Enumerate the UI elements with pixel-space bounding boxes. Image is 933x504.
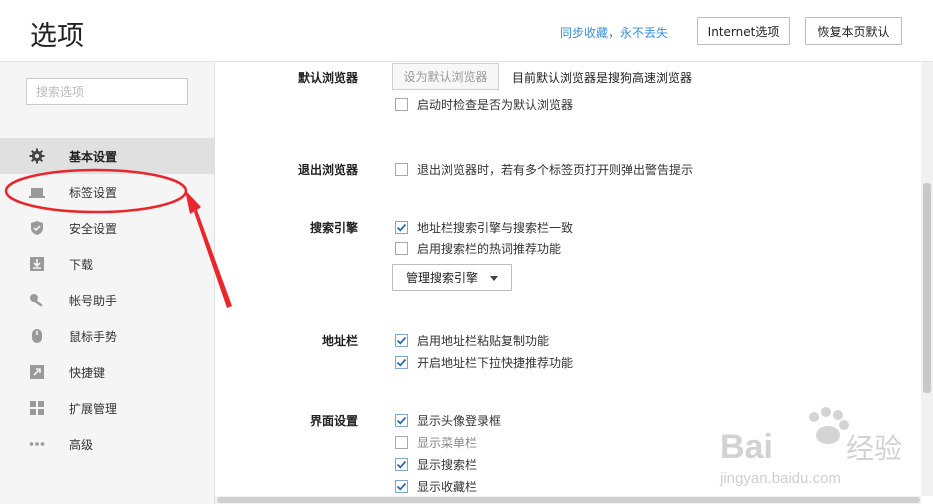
checkbox-label: 显示头像登录框 (417, 413, 502, 428)
checkbox-checked[interactable] (395, 220, 408, 234)
default-browser-note: 目前默认浏览器是搜狗高速浏览器 (512, 71, 693, 85)
sidebar-item-label: 帐号助手 (69, 293, 118, 308)
section-label-default-browser: 默认浏览器 (297, 71, 358, 85)
watermark-brand-suffix: 经验 (846, 432, 902, 465)
restore-defaults-button[interactable]: 恢复本页默认 (805, 17, 902, 45)
check-mark-icon (396, 336, 407, 345)
checkbox-label: 启动时检查是否为默认浏览器 (417, 97, 574, 112)
sidebar-item-account-assistant[interactable]: 帐号助手 (0, 282, 214, 318)
checkbox-checked[interactable] (395, 355, 408, 369)
checkbox[interactable] (395, 435, 408, 449)
checkbox-label: 显示搜索栏 (417, 457, 478, 472)
checkbox-checked[interactable] (395, 479, 408, 493)
checkbox[interactable] (395, 162, 408, 176)
check-mark-icon (396, 416, 407, 425)
check-mark-icon (396, 460, 407, 469)
checkbox[interactable] (395, 241, 408, 255)
sidebar-item-mouse-gestures[interactable]: 鼠标手势 (0, 318, 214, 354)
gear-icon (29, 148, 45, 164)
sidebar-item-label: 高级 (69, 437, 94, 452)
sidebar-item-label: 基本设置 (69, 149, 118, 164)
check-mark-icon (396, 358, 407, 367)
sidebar-item-download[interactable]: 下载 (0, 246, 214, 282)
chevron-down-icon (490, 276, 498, 281)
checkbox-checked[interactable] (395, 457, 408, 471)
checkbox-row[interactable]: 退出浏览器时，若有多个标签页打开则弹出警告提示 (395, 161, 693, 177)
manage-search-engines-button[interactable]: 管理搜索引擎 (392, 264, 512, 291)
page-title: 选项 (30, 21, 84, 52)
checkbox-row[interactable]: 启用搜索栏的热词推荐功能 (395, 240, 561, 256)
check-mark-icon (396, 482, 407, 491)
sidebar-item-shortcuts[interactable]: 快捷键 (0, 354, 214, 390)
sidebar-item-security-settings[interactable]: 安全设置 (0, 210, 214, 246)
vertical-scrollbar-thumb[interactable] (923, 183, 931, 393)
section-label-search-engine: 搜索引擎 (309, 221, 358, 235)
tab-icon (29, 184, 45, 200)
checkbox-row[interactable]: 显示菜单栏 (395, 434, 477, 450)
header-bar: 选项 同步收藏，永不丢失 Internet选项 恢复本页默认 (0, 0, 933, 62)
internet-options-button[interactable]: Internet选项 (697, 17, 790, 45)
check-mark-icon (396, 223, 407, 232)
shortcut-arrow-icon (29, 364, 45, 380)
more-dots-icon (29, 436, 45, 452)
sidebar-item-label: 标签设置 (69, 185, 118, 200)
checkbox-label: 启用地址栏粘贴复制功能 (417, 333, 550, 348)
watermark-url: jingyan.baidu.com (719, 470, 841, 487)
sidebar-item-label: 下载 (69, 257, 94, 272)
checkbox[interactable] (395, 97, 408, 111)
sidebar-nav: 基本设置 标签设置 安全设置 下载 帐号助手 鼠标手势 快捷键 扩展管理 高级 (0, 138, 214, 462)
checkbox-label: 退出浏览器时，若有多个标签页打开则弹出警告提示 (417, 162, 694, 177)
sidebar-item-label: 鼠标手势 (69, 329, 118, 344)
shield-icon (29, 220, 45, 236)
checkbox-checked[interactable] (395, 333, 408, 347)
checkbox-row[interactable]: 启动时检查是否为默认浏览器 (395, 96, 573, 112)
grid-icon (29, 400, 45, 416)
sidebar-item-advanced[interactable]: 高级 (0, 426, 214, 462)
checkbox-label: 启用搜索栏的热词推荐功能 (417, 241, 562, 256)
checkbox-row[interactable]: 地址栏搜索引擎与搜索栏一致 (395, 219, 573, 235)
sidebar-item-label: 扩展管理 (69, 401, 118, 416)
checkbox-row[interactable]: 显示收藏栏 (395, 478, 477, 494)
checkbox-label: 开启地址栏下拉快捷推荐功能 (417, 355, 574, 370)
sidebar: 基本设置 标签设置 安全设置 下载 帐号助手 (0, 62, 215, 504)
checkbox-row[interactable]: 启用地址栏粘贴复制功能 (395, 332, 549, 348)
section-label-address-bar: 地址栏 (321, 334, 358, 348)
checkbox-row[interactable]: 显示头像登录框 (395, 412, 501, 428)
sync-favorites-link[interactable]: 同步收藏，永不丢失 (560, 24, 668, 41)
set-default-browser-button[interactable]: 设为默认浏览器 (392, 63, 499, 90)
sidebar-item-basic-settings[interactable]: 基本设置 (0, 138, 214, 174)
sidebar-item-label: 安全设置 (69, 221, 118, 236)
checkbox-row[interactable]: 开启地址栏下拉快捷推荐功能 (395, 354, 573, 370)
key-icon (29, 292, 45, 308)
watermark-brand: Bai (720, 428, 773, 466)
sidebar-item-label: 快捷键 (69, 365, 106, 380)
sidebar-item-tab-settings[interactable]: 标签设置 (0, 174, 214, 210)
section-label-exit-browser: 退出浏览器 (297, 163, 358, 177)
checkbox-checked[interactable] (395, 413, 408, 427)
sidebar-item-extensions[interactable]: 扩展管理 (0, 390, 214, 426)
checkbox-label: 显示收藏栏 (417, 479, 478, 494)
checkbox-row[interactable]: 显示搜索栏 (395, 456, 477, 472)
mouse-icon (29, 328, 45, 344)
baidu-jingyan-watermark: Bai 经验 jingyan.baidu.com (719, 407, 902, 487)
search-input[interactable] (26, 78, 188, 105)
section-label-interface: 界面设置 (309, 414, 358, 428)
manage-search-engines-label: 管理搜索引擎 (406, 271, 479, 285)
checkbox-label: 显示菜单栏 (417, 435, 478, 450)
checkbox-label: 地址栏搜索引擎与搜索栏一致 (417, 220, 574, 235)
download-icon (29, 256, 45, 272)
